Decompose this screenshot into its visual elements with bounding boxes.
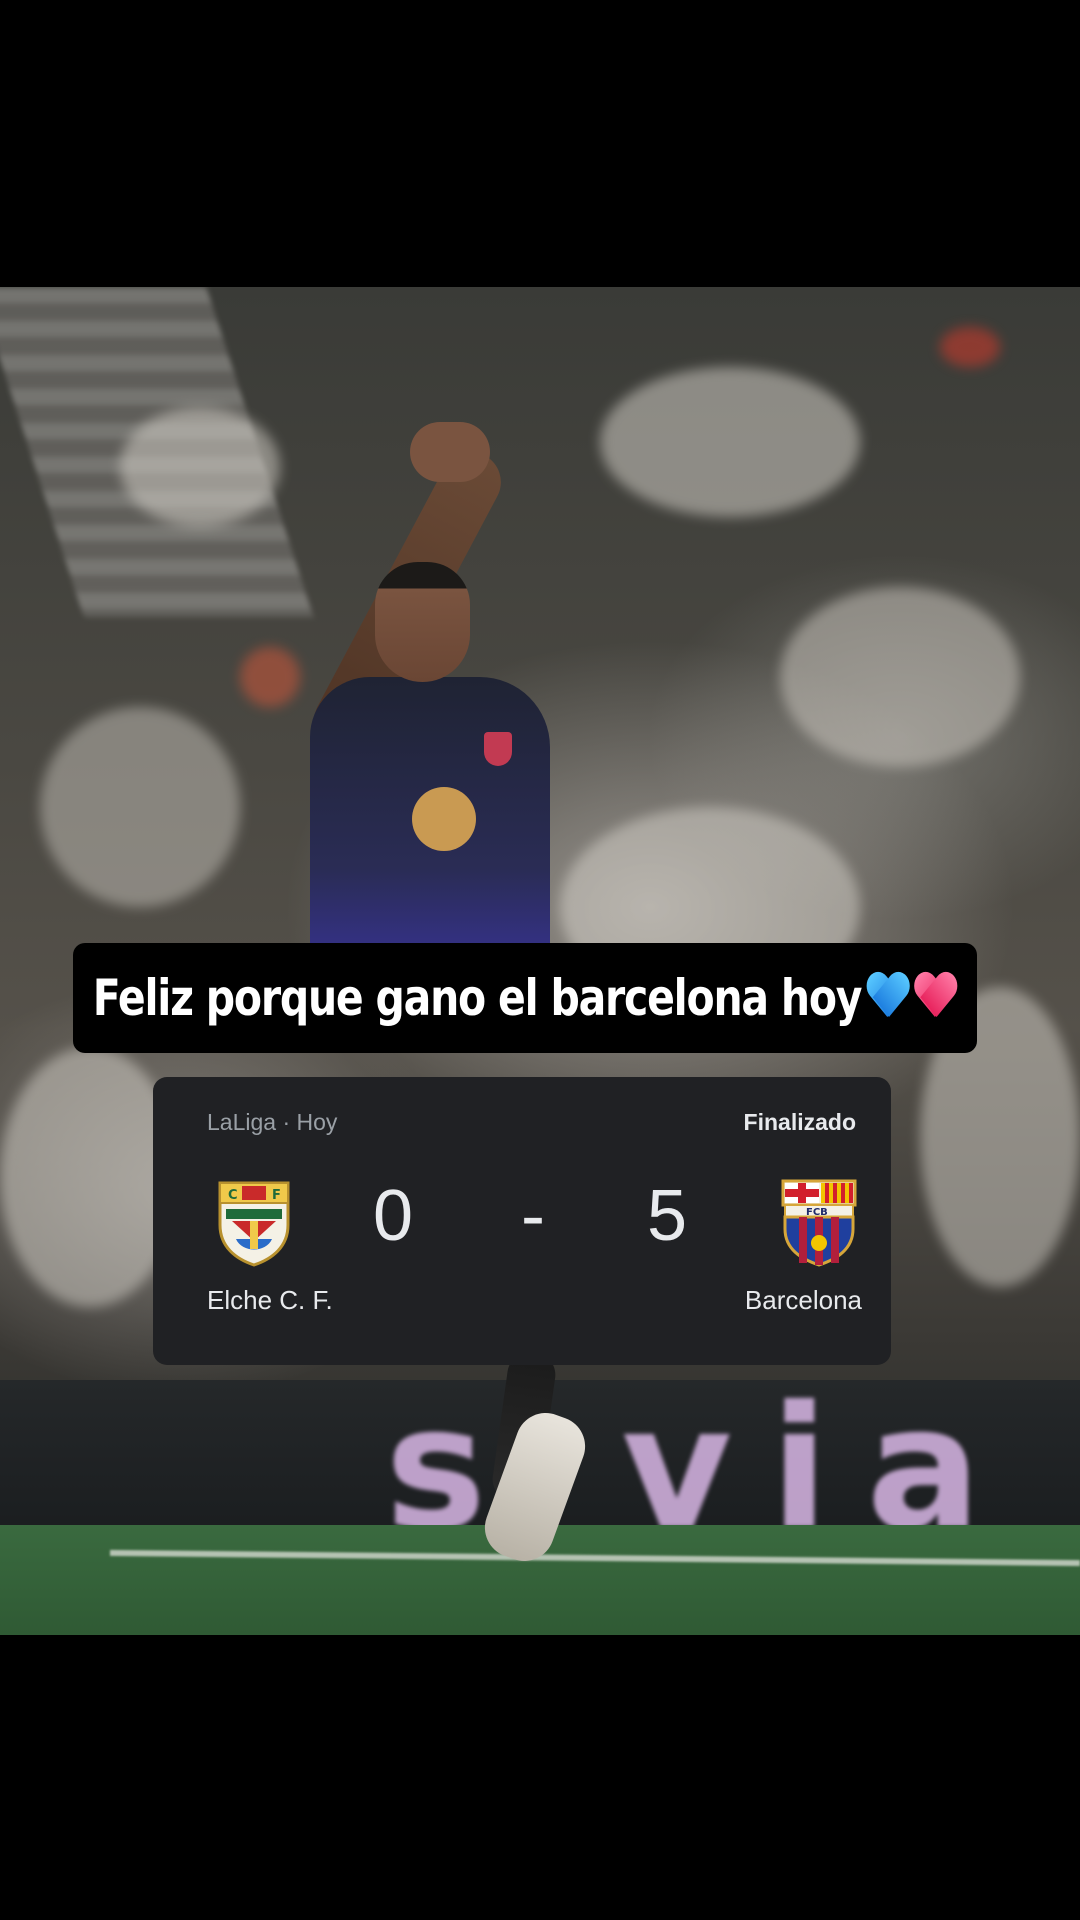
pink-heart-icon [914, 973, 957, 1021]
story-canvas: s via Feliz porque gano el barcelona hoy… [0, 0, 1080, 1920]
away-team-name: Barcelona [744, 1285, 862, 1315]
home-score: 0 [373, 1176, 414, 1256]
elche-crest-icon: C F [218, 1181, 290, 1267]
jersey-crest-icon [484, 732, 512, 766]
player-hand [410, 422, 490, 482]
crowd-blur [240, 647, 300, 707]
barcelona-crest-icon: FCB [781, 1179, 857, 1267]
player-head [375, 562, 470, 682]
svg-text:C: C [228, 1188, 238, 1203]
score-separator: - [521, 1176, 545, 1256]
svg-text:F: F [272, 1188, 281, 1203]
away-score: 5 [647, 1176, 688, 1256]
match-score-card: LaLiga · Hoy Finalizado C F 0 - 5 FCB El… [153, 1077, 891, 1365]
crowd-blur [940, 327, 1000, 367]
spotify-logo-icon [412, 787, 476, 851]
caption-line: Feliz porque gano el barcelona hoy [93, 969, 957, 1027]
league-label: LaLiga · Hoy [207, 1109, 338, 1135]
crowd-blur [780, 587, 1020, 767]
home-team-name: Elche C. F. [207, 1285, 333, 1315]
blue-heart-icon [867, 973, 910, 1021]
crowd-blur [40, 707, 240, 907]
advertising-text: s via [385, 1380, 1020, 1525]
match-status: Finalizado [743, 1109, 856, 1135]
crowd-blur [600, 367, 860, 517]
crowd-blur [120, 407, 280, 527]
caption-text: Feliz porque gano el barcelona hoy [93, 969, 863, 1027]
story-caption: Feliz porque gano el barcelona hoy [73, 943, 977, 1053]
